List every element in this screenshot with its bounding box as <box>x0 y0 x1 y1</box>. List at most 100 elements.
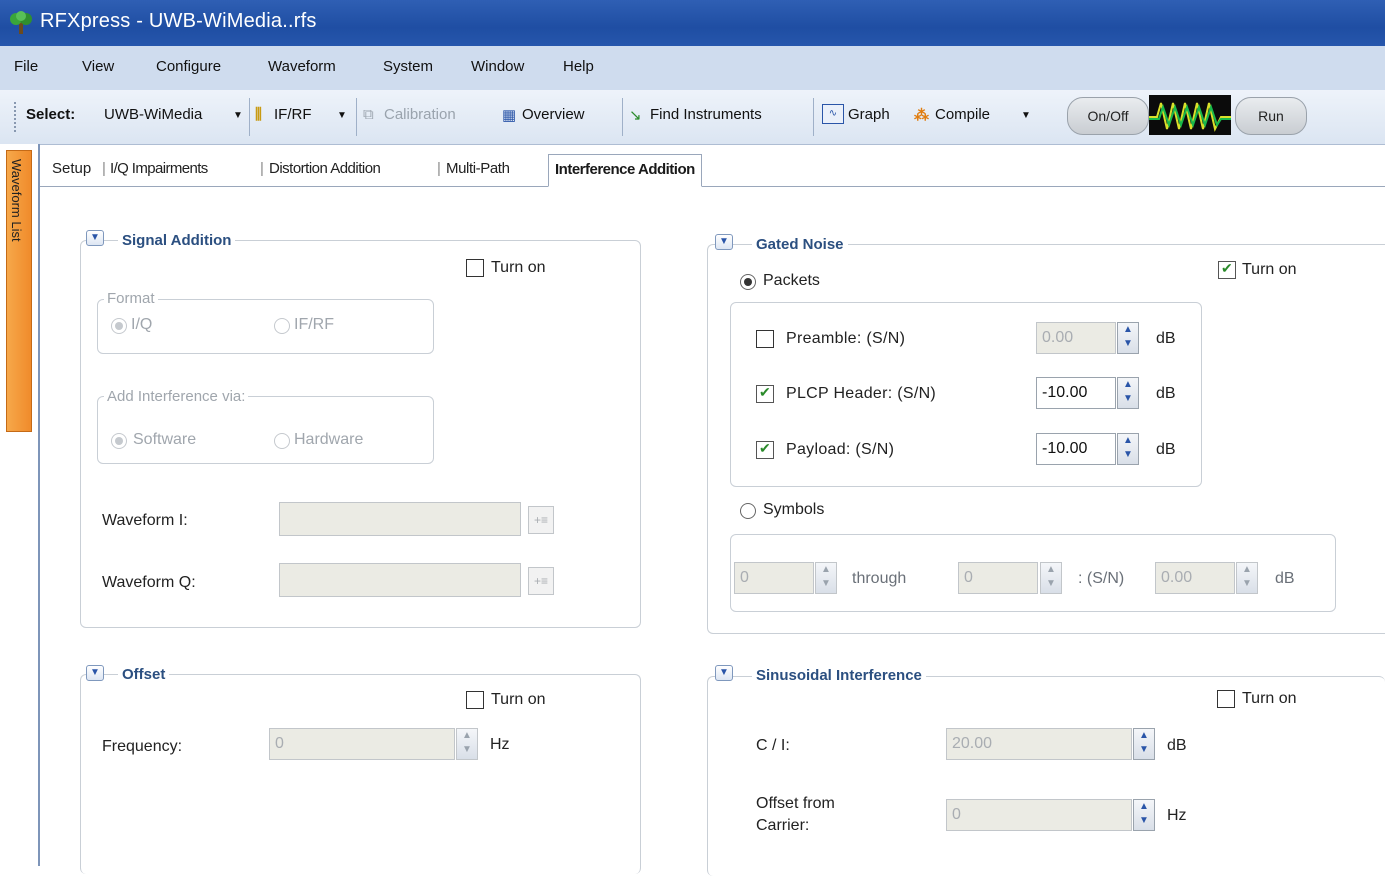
graph-button[interactable]: Graph <box>848 106 890 123</box>
symbols-from-field[interactable]: 0 <box>734 562 814 594</box>
waveform-list-tab[interactable]: Waveform List <box>6 150 32 432</box>
offset-turn-on-checkbox[interactable] <box>466 691 484 709</box>
preamble-unit: dB <box>1156 330 1176 347</box>
offset-from-carrier-field[interactable]: 0 <box>946 799 1132 831</box>
symbols-to-spinner-icon[interactable]: ▲ ▼ <box>1040 562 1062 594</box>
tab-separator: | <box>102 160 106 177</box>
collapse-gated-noise-icon[interactable]: ▼ <box>715 234 733 250</box>
format-ifrf-label: IF/RF <box>294 316 334 333</box>
through-label: through <box>852 570 907 587</box>
format-ifrf-radio[interactable] <box>274 318 290 334</box>
tab-separator: | <box>437 160 441 177</box>
collapse-offset-icon[interactable]: ▼ <box>86 665 104 681</box>
format-iq-radio[interactable] <box>111 318 127 334</box>
graph-icon: ∿ <box>822 104 844 124</box>
preamble-checkbox[interactable] <box>756 330 774 348</box>
select-label: Select: <box>26 106 76 123</box>
find-instruments-button[interactable]: Find Instruments <box>650 106 762 123</box>
menu-waveform[interactable]: Waveform <box>268 58 336 75</box>
signal-addition-turn-on-checkbox[interactable] <box>466 259 484 277</box>
hardware-label: Hardware <box>294 431 364 448</box>
frequency-unit: Hz <box>490 736 510 753</box>
tab-interference-addition[interactable]: Interference Addition <box>548 154 702 187</box>
gated-noise-title: Gated Noise <box>752 236 848 253</box>
ci-label: C / I: <box>756 737 790 754</box>
waveform-i-browse-icon[interactable]: +≡ <box>528 506 554 534</box>
tab-multi-path[interactable]: Multi-Path <box>446 160 510 177</box>
calibration-button[interactable]: Calibration <box>384 106 456 123</box>
toolbar-grip[interactable] <box>14 102 19 132</box>
ifrf-icon: ⫼ <box>255 106 262 123</box>
hardware-radio[interactable] <box>274 433 290 449</box>
waveform-q-browse-icon[interactable]: +≡ <box>528 567 554 595</box>
offset-title: Offset <box>118 666 170 683</box>
ci-field[interactable]: 20.00 <box>946 728 1132 760</box>
tab-distortion-addition[interactable]: Distortion Addition <box>269 160 381 177</box>
sinusoidal-turn-on-label: Turn on <box>1242 690 1297 707</box>
compile-icon: ⁂ <box>914 107 929 124</box>
symbols-sn-label: : (S/N) <box>1078 570 1125 587</box>
waveform-q-field[interactable] <box>279 563 521 597</box>
waveform-i-field[interactable] <box>279 502 521 536</box>
chevron-down-icon[interactable]: ▼ <box>337 110 347 121</box>
sinusoidal-title: Sinusoidal Interference <box>752 667 926 684</box>
preamble-label: Preamble: (S/N) <box>786 330 906 347</box>
select-dropdown[interactable]: UWB-WiMedia <box>104 106 202 123</box>
ifrf-button[interactable]: IF/RF <box>274 106 312 123</box>
symbols-value-field[interactable]: 0.00 <box>1155 562 1235 594</box>
payload-unit: dB <box>1156 441 1176 458</box>
toolbar-divider <box>622 98 623 136</box>
collapse-signal-addition-icon[interactable]: ▼ <box>86 230 104 246</box>
tab-iq-impairments[interactable]: I/Q Impairments <box>110 160 208 177</box>
offset-from-carrier-spinner-icon[interactable]: ▲ ▼ <box>1133 799 1155 831</box>
plcp-header-spinner-icon[interactable]: ▲ ▼ <box>1117 377 1139 409</box>
payload-value-field[interactable]: -10.00 <box>1036 433 1116 465</box>
plcp-header-unit: dB <box>1156 385 1176 402</box>
offset-from-carrier-unit: Hz <box>1167 807 1187 824</box>
ci-spinner-icon[interactable]: ▲ ▼ <box>1133 728 1155 760</box>
frequency-spinner-icon[interactable]: ▲ ▼ <box>456 728 478 760</box>
packets-radio[interactable] <box>740 274 756 290</box>
menu-view[interactable]: View <box>82 58 114 75</box>
sinusoidal-turn-on-checkbox[interactable] <box>1217 690 1235 708</box>
plcp-header-label: PLCP Header: (S/N) <box>786 385 937 402</box>
waveform-list-label: Waveform List <box>9 159 24 242</box>
menu-window[interactable]: Window <box>471 58 524 75</box>
menu-file[interactable]: File <box>14 58 38 75</box>
menu-system[interactable]: System <box>383 58 433 75</box>
menu-configure[interactable]: Configure <box>156 58 221 75</box>
find-instruments-icon: ↘ <box>629 107 642 124</box>
frequency-label: Frequency: <box>102 738 183 755</box>
symbols-to-field[interactable]: 0 <box>958 562 1038 594</box>
payload-checkbox[interactable] <box>756 440 774 459</box>
toolbar-divider <box>356 98 357 136</box>
symbols-from-spinner-icon[interactable]: ▲ ▼ <box>815 562 837 594</box>
plcp-header-value-field[interactable]: -10.00 <box>1036 377 1116 409</box>
calibration-icon: ⧉ <box>363 106 374 123</box>
chevron-down-icon[interactable]: ▼ <box>233 110 243 121</box>
symbols-radio[interactable] <box>740 503 756 519</box>
carrier-label: Carrier: <box>756 817 810 834</box>
chevron-down-icon[interactable]: ▼ <box>1021 110 1031 121</box>
format-title: Format <box>104 290 158 307</box>
menu-bar: File View Configure Waveform System Wind… <box>0 46 1385 91</box>
on-off-button[interactable]: On/Off <box>1067 97 1149 135</box>
add-interference-via-title: Add Interference via: <box>104 388 249 405</box>
frequency-field[interactable]: 0 <box>269 728 455 760</box>
symbols-value-spinner-icon[interactable]: ▲ ▼ <box>1236 562 1258 594</box>
toolbar-divider <box>813 98 814 136</box>
collapse-sinusoidal-icon[interactable]: ▼ <box>715 665 733 681</box>
preamble-spinner-icon[interactable]: ▲ ▼ <box>1117 322 1139 354</box>
payload-spinner-icon[interactable]: ▲ ▼ <box>1117 433 1139 465</box>
gated-noise-turn-on-checkbox[interactable] <box>1218 260 1236 279</box>
app-tree-icon <box>10 11 32 34</box>
compile-button[interactable]: Compile <box>935 106 990 123</box>
overview-button[interactable]: Overview <box>522 106 585 123</box>
menu-help[interactable]: Help <box>563 58 594 75</box>
gated-noise-turn-on-label: Turn on <box>1242 261 1297 278</box>
tab-setup[interactable]: Setup <box>52 160 91 177</box>
preamble-value-field[interactable]: 0.00 <box>1036 322 1116 354</box>
plcp-header-checkbox[interactable] <box>756 384 774 403</box>
run-button[interactable]: Run <box>1235 97 1307 135</box>
software-radio[interactable] <box>111 433 127 449</box>
